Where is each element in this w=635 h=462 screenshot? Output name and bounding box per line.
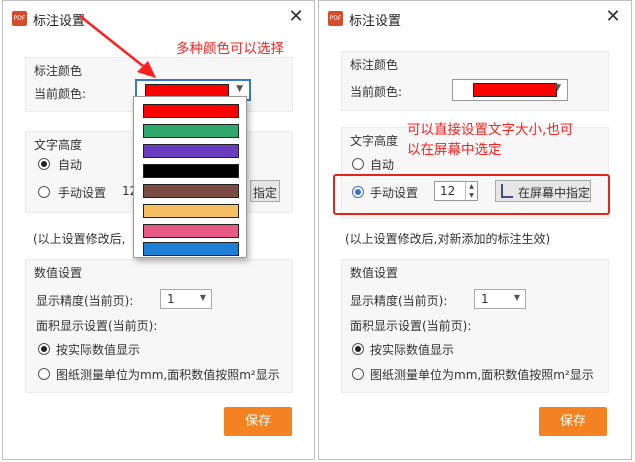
annotation-colors-note: 多种颜色可以选择 (176, 41, 284, 57)
annotation-text-size-note-1: 可以直接设置文字大小,也可 (407, 122, 574, 138)
annotation-arrow-icon (79, 15, 156, 78)
annotation-text-size-note-2: 以在屏幕中选定 (407, 142, 502, 158)
annotation-highlight-box (333, 174, 610, 215)
